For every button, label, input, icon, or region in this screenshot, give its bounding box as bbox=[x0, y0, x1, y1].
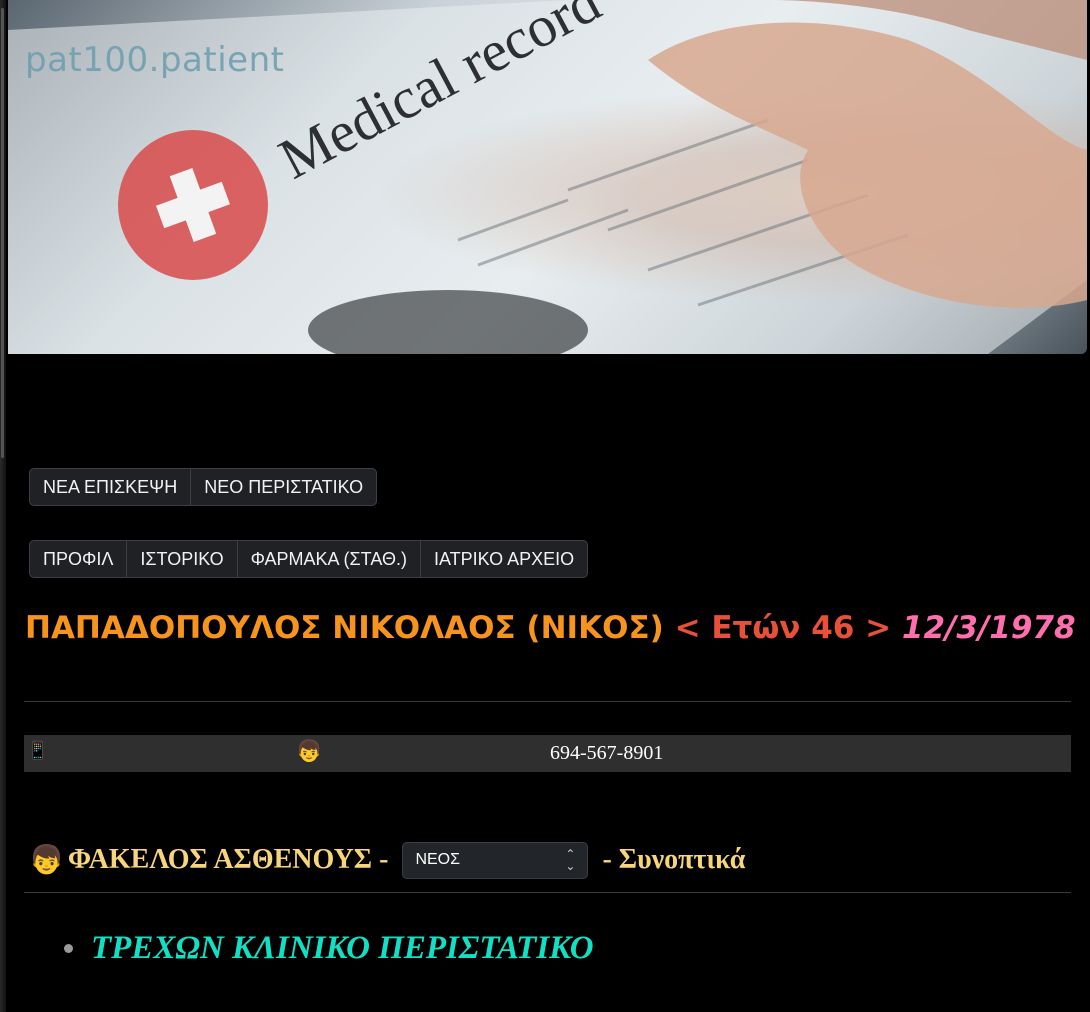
list-item: ΤΡΕΧΩΝ ΚΛΙΝΙΚΟ ΠΕΡΙΣΤΑΤΙΚΟ bbox=[64, 930, 594, 967]
patient-dob: 12/3/1978 bbox=[901, 610, 1076, 646]
boy-face-icon: 👦 bbox=[296, 740, 323, 763]
action-button-group: ΝΕΑ ΕΠΙΣΚΕΨΗ ΝΕΟ ΠΕΡΙΣΤΑΤΙΚΟ bbox=[29, 468, 378, 506]
patient-header: ΠΑΠΑΔΟΠΟΥΛΟΣ ΝΙΚΟΛΑΟΣ (ΝΙΚΟΣ) < Ετών 46 … bbox=[25, 610, 1076, 646]
folder-summary-label: - Συνοπτικά bbox=[602, 844, 746, 875]
mobile-phone-icon: 📱 bbox=[27, 741, 49, 760]
contact-info-bar: 📱 👦 694-567-8901 bbox=[24, 735, 1071, 772]
folder-status-select[interactable]: ΝΕΟΣ ⌃ ⌄ bbox=[402, 841, 589, 879]
folder-title: ΦΑΚΕΛΟΣ ΑΣΘΕΝΟΥΣ - bbox=[67, 844, 389, 875]
divider bbox=[24, 892, 1071, 893]
new-visit-button[interactable]: ΝΕΑ ΕΠΙΣΚΕΨΗ bbox=[30, 469, 192, 505]
current-clinical-case-heading[interactable]: ΤΡΕΧΩΝ ΚΛΙΝΙΚΟ ΠΕΡΙΣΤΑΤΙΚΟ bbox=[91, 930, 594, 967]
chevron-up-down-icon: ⌃ ⌄ bbox=[565, 847, 576, 873]
patient-age: < Ετών 46 > bbox=[674, 610, 892, 646]
app-brand-title: pat100.patient bbox=[25, 40, 285, 80]
header-banner-image: Medical record pat100.patient bbox=[8, 0, 1087, 354]
patient-name: ΠΑΠΑΔΟΠΟΥΛΟΣ ΝΙΚΟΛΑΟΣ (ΝΙΚΟΣ) bbox=[25, 610, 664, 646]
boy-face-icon: 👦 bbox=[29, 845, 64, 876]
tab-history[interactable]: ΙΣΤΟΡΙΚΟ bbox=[127, 541, 238, 577]
patient-tabs: ΠΡΟΦΙΛ ΙΣΤΟΡΙΚΟ ΦΑΡΜΑΚΑ (ΣΤΑΘ.) ΙΑΤΡΙΚΟ … bbox=[29, 540, 589, 578]
phone-number: 694-567-8901 bbox=[550, 742, 664, 764]
scrollbar-thumb[interactable] bbox=[1, 8, 4, 458]
tab-profile[interactable]: ΠΡΟΦΙΛ bbox=[30, 541, 128, 577]
tab-medical-archive[interactable]: ΙΑΤΡΙΚΟ ΑΡΧΕΙΟ bbox=[421, 541, 587, 577]
folder-status-value: ΝΕΟΣ bbox=[415, 851, 460, 868]
patient-folder-header: 👦 ΦΑΚΕΛΟΣ ΑΣΘΕΝΟΥΣ - ΝΕΟΣ ⌃ ⌄ - Συνοπτικά bbox=[29, 838, 745, 882]
divider bbox=[24, 701, 1071, 702]
window-scrollbar[interactable] bbox=[0, 0, 6, 1012]
new-case-button[interactable]: ΝΕΟ ΠΕΡΙΣΤΑΤΙΚΟ bbox=[191, 469, 376, 505]
bullet-icon bbox=[64, 944, 73, 953]
tab-medications[interactable]: ΦΑΡΜΑΚΑ (ΣΤΑΘ.) bbox=[238, 541, 421, 577]
